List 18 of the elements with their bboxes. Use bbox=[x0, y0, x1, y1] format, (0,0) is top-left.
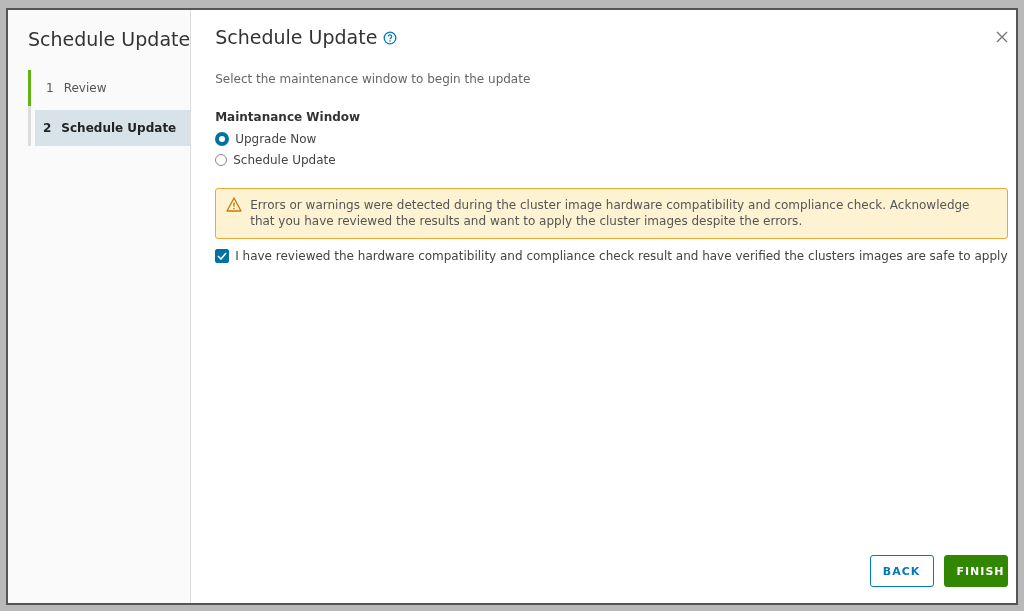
radio-button[interactable] bbox=[215, 131, 230, 146]
dialog-title: Schedule Update bbox=[215, 26, 378, 48]
step-item[interactable]: 2 Schedule Update bbox=[35, 110, 191, 146]
step-item[interactable]: 1 Review bbox=[28, 70, 191, 106]
checkbox[interactable] bbox=[215, 248, 230, 263]
instruction-text: Select the maintenance window to begin the update bbox=[215, 72, 532, 86]
finish-button[interactable]: FINISH bbox=[943, 555, 1008, 587]
checkbox-label[interactable]: I have reviewed the hardware compatibility and compliance check result and have verified the clusters images are safe to apply bbox=[235, 248, 1008, 263]
radio-label[interactable]: Upgrade Now bbox=[235, 131, 317, 146]
back-button[interactable]: BACK bbox=[869, 555, 934, 587]
close-icon[interactable] bbox=[995, 31, 1008, 43]
radio-button[interactable] bbox=[215, 153, 228, 166]
sidebar-title: Schedule Update bbox=[28, 28, 191, 50]
group-label: Maintanance Window bbox=[215, 110, 362, 124]
alert-text: Errors or warnings were detected during the cluster image hardware compatibility and compliance check. Acknowledge that you have reviewed the results and want to apply the cluster images despite the errors. bbox=[250, 197, 971, 229]
warning-icon bbox=[226, 197, 243, 212]
help-icon[interactable] bbox=[383, 31, 398, 45]
radio-label[interactable]: Schedule Update bbox=[233, 152, 336, 167]
